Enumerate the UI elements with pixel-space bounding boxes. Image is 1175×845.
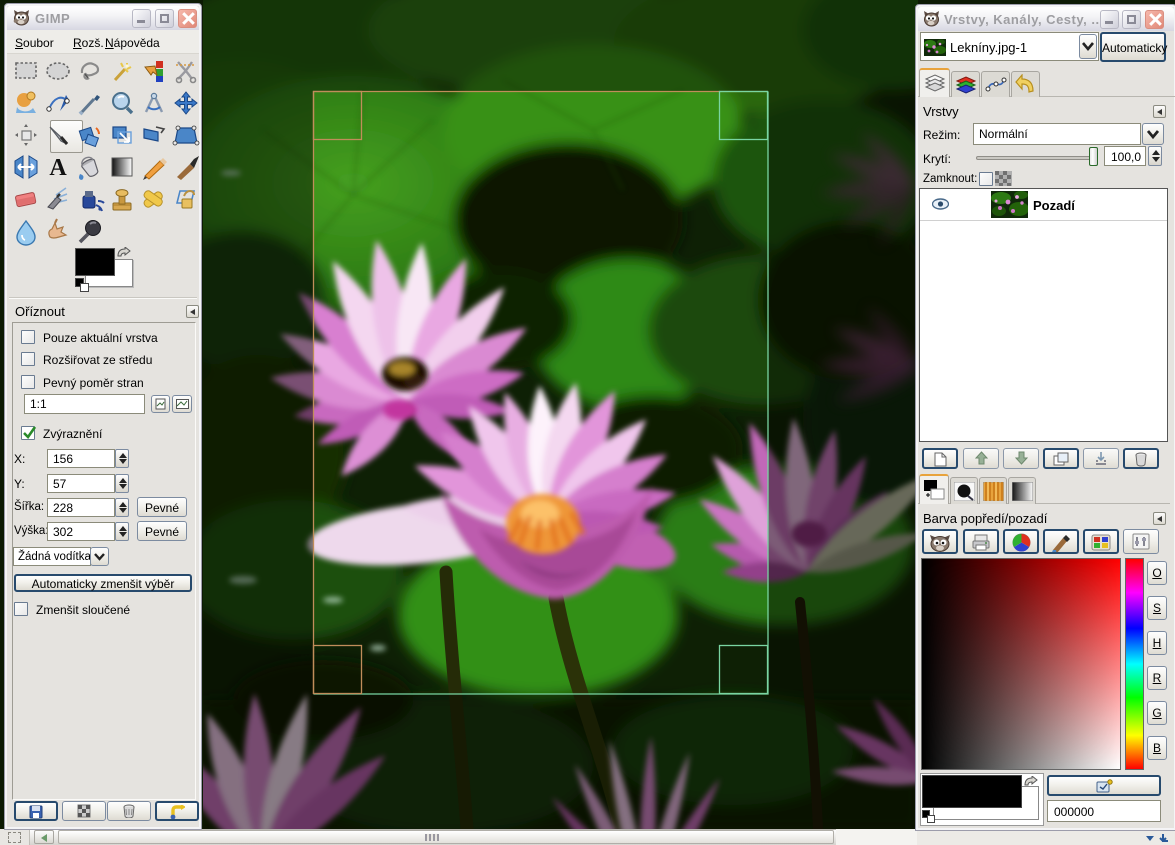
svg-text:A: A [49, 155, 67, 181]
